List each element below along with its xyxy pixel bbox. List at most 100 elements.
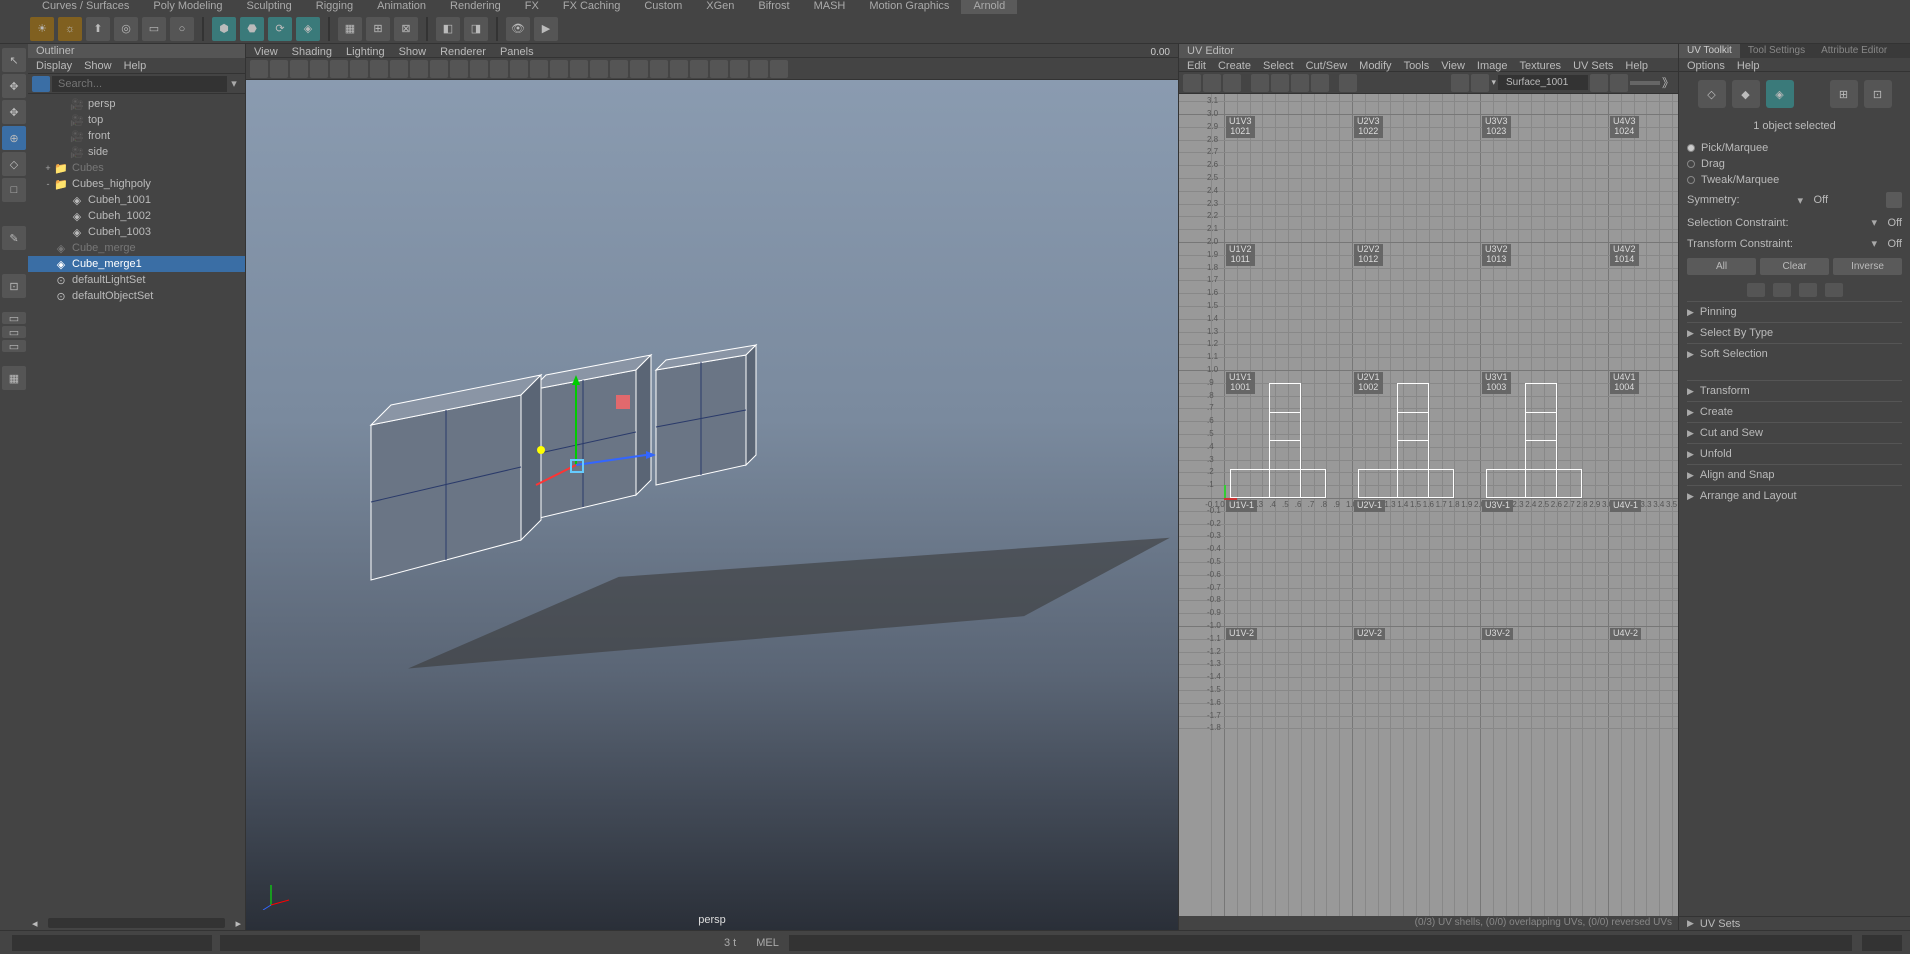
trans-constraint-dropdown[interactable]: ▾Off <box>1872 237 1902 250</box>
toolkit-section[interactable]: ▶Align and Snap <box>1687 464 1902 485</box>
shelf-icon[interactable]: ▭ <box>142 17 166 41</box>
vp-tool-icon[interactable] <box>730 60 748 78</box>
select-tool-icon[interactable]: ↖ <box>2 48 26 72</box>
uv-tool-icon[interactable] <box>1183 74 1201 92</box>
uv-grid-view[interactable]: -1.8-1.7-1.6-1.5-1.4-1.3-1.2-1.1-1.0-0.9… <box>1179 94 1678 916</box>
toolkit-menu-item[interactable]: Help <box>1737 58 1760 71</box>
outliner-menu-item[interactable]: Display <box>36 58 72 73</box>
shelf-icon[interactable]: ⟳ <box>268 17 292 41</box>
uv-tool-icon[interactable] <box>1251 74 1269 92</box>
uv-surface-name[interactable]: Surface_1001 <box>1498 75 1588 90</box>
scale-tool-icon[interactable]: ◇ <box>2 152 26 176</box>
vp-tool-icon[interactable] <box>310 60 328 78</box>
search-filter-icon[interactable] <box>32 76 50 92</box>
uv-tool-icon[interactable] <box>1223 74 1241 92</box>
top-menu-item[interactable]: Sculpting <box>235 0 304 14</box>
tool-icon[interactable]: ▭ <box>2 312 26 324</box>
vp-tool-icon[interactable] <box>290 60 308 78</box>
select-inverse-button[interactable]: Inverse <box>1833 258 1902 275</box>
shrink-selection-icon[interactable] <box>1773 283 1791 297</box>
vp-tool-icon[interactable] <box>390 60 408 78</box>
outliner-menu-item[interactable]: Show <box>84 58 112 73</box>
status-input[interactable] <box>220 935 420 951</box>
uv-tool-icon[interactable] <box>1610 74 1628 92</box>
viewport-menu-item[interactable]: Shading <box>292 44 332 57</box>
uv-shell-mode-icon[interactable]: ◇ <box>1698 80 1726 108</box>
vp-tool-icon[interactable] <box>250 60 268 78</box>
top-menu-item[interactable]: MASH <box>802 0 858 14</box>
vp-tool-icon[interactable] <box>510 60 528 78</box>
vp-tool-icon[interactable] <box>350 60 368 78</box>
vp-tool-icon[interactable] <box>650 60 668 78</box>
toolkit-section[interactable]: ▶Transform <box>1687 380 1902 401</box>
viewport-menu-item[interactable]: Panels <box>500 44 534 57</box>
top-menu-item[interactable]: FX <box>513 0 551 14</box>
selection-mode-radio[interactable]: Pick/Marquee <box>1687 140 1902 156</box>
shelf-icon[interactable]: ○ <box>170 17 194 41</box>
mel-command-input[interactable] <box>789 935 1852 951</box>
shelf-icon[interactable]: 👁 <box>506 17 530 41</box>
right-panel-tab[interactable]: Tool Settings <box>1740 44 1813 58</box>
selection-icon[interactable] <box>1799 283 1817 297</box>
top-menu-item[interactable]: Curves / Surfaces <box>30 0 141 14</box>
vp-tool-icon[interactable] <box>670 60 688 78</box>
shelf-icon[interactable]: ⬢ <box>212 17 236 41</box>
top-menu-item[interactable]: XGen <box>694 0 746 14</box>
outliner-item[interactable]: 🎥side <box>28 144 245 160</box>
uv-sets-section[interactable]: ▶ UV Sets <box>1679 916 1910 930</box>
selection-mode-radio[interactable]: Tweak/Marquee <box>1687 172 1902 188</box>
vp-tool-icon[interactable] <box>750 60 768 78</box>
outliner-item[interactable]: 🎥persp <box>28 96 245 112</box>
uv-menu-item[interactable]: UV Sets <box>1573 58 1613 71</box>
tool-icon[interactable]: □ <box>2 178 26 202</box>
top-menu-item[interactable]: Rendering <box>438 0 513 14</box>
vp-tool-icon[interactable] <box>470 60 488 78</box>
outliner-item[interactable]: 🎥front <box>28 128 245 144</box>
toolkit-section[interactable]: ▶Create <box>1687 401 1902 422</box>
viewport-menu-item[interactable]: Lighting <box>346 44 385 57</box>
symmetry-option-icon[interactable] <box>1886 192 1902 208</box>
vp-tool-icon[interactable] <box>410 60 428 78</box>
outliner-item[interactable]: ◈Cubeh_1001 <box>28 192 245 208</box>
toolkit-section[interactable]: ▶Unfold <box>1687 443 1902 464</box>
toolkit-menu-item[interactable]: Options <box>1687 58 1725 71</box>
status-input[interactable] <box>12 935 212 951</box>
uv-menu-item[interactable]: View <box>1441 58 1465 71</box>
outliner-item[interactable]: ⊙defaultObjectSet <box>28 288 245 304</box>
vp-tool-icon[interactable] <box>710 60 728 78</box>
outliner-item[interactable]: 🎥top <box>28 112 245 128</box>
vp-tool-icon[interactable] <box>450 60 468 78</box>
toolkit-section[interactable]: ▶Cut and Sew <box>1687 422 1902 443</box>
top-menu-item[interactable]: FX Caching <box>551 0 632 14</box>
outliner-item[interactable]: ◈Cubeh_1003 <box>28 224 245 240</box>
uv-tool-icon[interactable] <box>1291 74 1309 92</box>
selection-icon[interactable] <box>1825 283 1843 297</box>
uv-menu-item[interactable]: Modify <box>1359 58 1391 71</box>
uv-tool-icon[interactable] <box>1339 74 1357 92</box>
top-menu-item[interactable]: Rigging <box>304 0 365 14</box>
top-menu-item[interactable]: Arnold <box>961 0 1017 14</box>
sel-constraint-dropdown[interactable]: ▾Off <box>1872 216 1902 229</box>
vp-tool-icon[interactable] <box>590 60 608 78</box>
outliner-item[interactable]: +📁Cubes <box>28 160 245 176</box>
uv-vertex-mode-icon[interactable]: ◆ <box>1732 80 1760 108</box>
vp-tool-icon[interactable] <box>610 60 628 78</box>
grow-selection-icon[interactable] <box>1747 283 1765 297</box>
shelf-icon[interactable]: ◧ <box>436 17 460 41</box>
toolkit-section[interactable]: ▶Soft Selection <box>1687 343 1902 364</box>
uv-menu-item[interactable]: Tools <box>1404 58 1430 71</box>
right-panel-tab[interactable]: Attribute Editor <box>1813 44 1895 58</box>
vp-tool-icon[interactable] <box>490 60 508 78</box>
uv-tool-icon[interactable] <box>1271 74 1289 92</box>
outliner-item[interactable]: ◈Cube_merge1 <box>28 256 245 272</box>
shelf-icon[interactable]: ⬣ <box>240 17 264 41</box>
uv-menu-item[interactable]: Help <box>1625 58 1648 71</box>
uv-menu-item[interactable]: Textures <box>1519 58 1561 71</box>
toolkit-section[interactable]: ▶Select By Type <box>1687 322 1902 343</box>
top-menu-item[interactable]: Custom <box>632 0 694 14</box>
top-menu-item[interactable]: Poly Modeling <box>141 0 234 14</box>
move-tool-icon[interactable]: ✥ <box>2 100 26 124</box>
shelf-icon[interactable]: ☀ <box>30 17 54 41</box>
tool-icon[interactable]: ▭ <box>2 340 26 352</box>
select-clear-button[interactable]: Clear <box>1760 258 1829 275</box>
